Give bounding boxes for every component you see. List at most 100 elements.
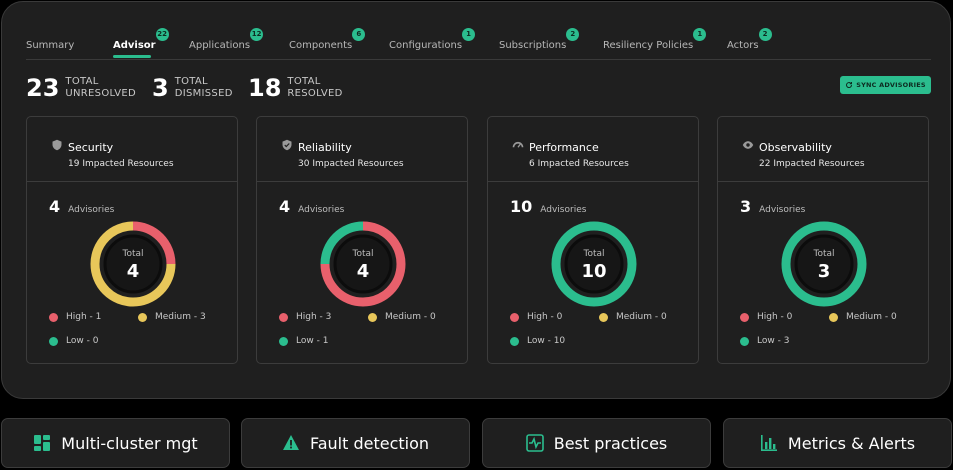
card-title: Performance: [529, 141, 599, 154]
feature-best-practices[interactable]: Best practices: [482, 418, 711, 468]
feature-fault-detection[interactable]: Fault detection: [241, 418, 470, 468]
advisory-count-row: 10 Advisories: [510, 197, 586, 216]
tab-label: Resiliency Policies: [603, 40, 694, 51]
refresh-icon: [846, 82, 853, 89]
tab-badge: 1: [693, 28, 707, 41]
advisory-count-row: 4 Advisories: [279, 197, 344, 216]
eye-icon: [742, 141, 754, 149]
tab-badge: 2: [566, 28, 580, 41]
sync-advisories-button[interactable]: SYNC ADVISORIES: [840, 76, 931, 94]
tab-summary[interactable]: Summary: [26, 40, 74, 51]
stat-dismissed: 3 TOTAL DISMISSED: [152, 76, 233, 100]
donut-total-value: 10: [581, 261, 606, 282]
stat-unresolved: 23 TOTAL UNRESOLVED: [26, 76, 136, 100]
advisory-count: 10: [510, 197, 533, 216]
high-dot: [510, 312, 519, 322]
tab-label: Actors: [727, 40, 759, 51]
impacted-resources: 19 Impacted Resources: [68, 159, 174, 169]
bar-chart-icon: [760, 435, 777, 451]
legend-medium: Medium - 3: [138, 312, 206, 322]
tab-advisor[interactable]: Advisor 22: [113, 28, 169, 51]
advisor-card-reliability: Reliability 30 Impacted Resources 4 Advis…: [256, 116, 468, 364]
donut-chart: Total 4: [320, 221, 406, 307]
advisory-count: 4: [49, 197, 61, 216]
legend-medium: Medium - 0: [599, 312, 667, 322]
tab-label: Applications: [189, 40, 251, 51]
card-title: Reliability: [298, 141, 352, 154]
tab-label: Subscriptions: [499, 40, 567, 51]
tab-applications[interactable]: Applications 12: [189, 28, 264, 51]
medium-dot: [829, 312, 838, 322]
stat-resolved: 18 TOTAL RESOLVED: [248, 76, 343, 100]
medium-dot: [368, 312, 377, 322]
tab-badge: 6: [352, 28, 366, 41]
high-dot: [740, 312, 749, 322]
tab-bar: Summary Advisor 22 Applications 12 Compone…: [26, 28, 931, 60]
tab-configurations[interactable]: Configurations 1: [389, 28, 476, 51]
tab-badge: 1: [462, 28, 476, 41]
impacted-resources: 22 Impacted Resources: [759, 159, 865, 169]
advisory-count-row: 4 Advisories: [49, 197, 114, 216]
stat-value: 18: [248, 74, 282, 102]
stat-value: 23: [26, 74, 60, 102]
feature-label: Multi-cluster mgt: [61, 433, 198, 453]
legend-low: Low - 1: [279, 336, 328, 346]
low-dot: [510, 336, 519, 346]
tab-resiliency-policies[interactable]: Resiliency Policies 1: [603, 28, 707, 51]
donut-total-value: 4: [357, 261, 370, 282]
donut-chart: Total 10: [551, 221, 637, 307]
stat-label: TOTAL RESOLVED: [287, 76, 343, 99]
feature-label: Fault detection: [309, 433, 430, 453]
feature-label: Metrics & Alerts: [787, 433, 916, 453]
donut-total-value: 3: [818, 261, 831, 282]
impacted-resources: 30 Impacted Resources: [298, 159, 404, 169]
medium-dot: [138, 312, 147, 322]
donut-total-label: Total: [351, 249, 373, 259]
advisory-count: 3: [740, 197, 752, 216]
donut-chart: Total 3: [781, 221, 867, 307]
warning-icon: [282, 435, 299, 450]
tab-label: Components: [289, 40, 353, 51]
tab-actors[interactable]: Actors 2: [727, 28, 772, 51]
donut-total-label: Total: [812, 249, 834, 259]
tab-badge: 2: [758, 28, 772, 41]
tab-label: Configurations: [389, 40, 463, 51]
legend-low: Low - 0: [49, 336, 98, 346]
dashboard-icon: [34, 435, 51, 451]
legend-high: High - 3: [279, 312, 331, 322]
low-dot: [279, 336, 288, 346]
legend-high: High - 1: [49, 312, 101, 322]
impacted-resources: 6 Impacted Resources: [529, 159, 629, 169]
advisory-label: Advisories: [540, 205, 587, 215]
advisor-card-performance: Performance 6 Impacted Resources 10 Advis…: [487, 116, 699, 364]
feature-metrics-alerts[interactable]: Metrics & Alerts: [723, 418, 952, 468]
tab-subscriptions[interactable]: Subscriptions 2: [499, 28, 580, 51]
donut-total-label: Total: [582, 249, 604, 259]
stat-label: TOTAL DISMISSED: [174, 76, 233, 99]
legend-low: Low - 3: [740, 336, 789, 346]
feature-multi-cluster[interactable]: Multi-cluster mgt: [1, 418, 230, 468]
stat-label: TOTAL UNRESOLVED: [65, 76, 137, 99]
legend-low: Low - 10: [510, 336, 565, 346]
low-dot: [740, 336, 749, 346]
tab-label: Summary: [26, 40, 75, 51]
tab-components[interactable]: Components 6: [289, 28, 366, 51]
dashboard-panel: Summary Advisor 22 Applications 12 Compone…: [1, 1, 951, 399]
advisor-card-security: Security 19 Impacted Resources 4 Advisori…: [26, 116, 238, 364]
medium-dot: [599, 312, 608, 322]
feature-label: Best practices: [553, 433, 668, 453]
donut-total-value: 4: [127, 261, 140, 282]
low-dot: [49, 336, 58, 346]
advisory-label: Advisories: [68, 205, 115, 215]
card-title: Observability: [759, 141, 832, 154]
high-dot: [49, 312, 58, 322]
advisory-label: Advisories: [298, 205, 345, 215]
tab-badge: 12: [250, 28, 264, 41]
active-tab-indicator: [113, 55, 151, 58]
advisor-card-observability: Observability 22 Impacted Resources 3 Adv…: [717, 116, 929, 364]
shield-check-icon: [282, 139, 292, 151]
tab-label: Advisor: [113, 40, 156, 51]
advisory-count-row: 3 Advisories: [740, 197, 805, 216]
card-title: Security: [68, 141, 114, 154]
gauge-icon: [512, 141, 524, 148]
